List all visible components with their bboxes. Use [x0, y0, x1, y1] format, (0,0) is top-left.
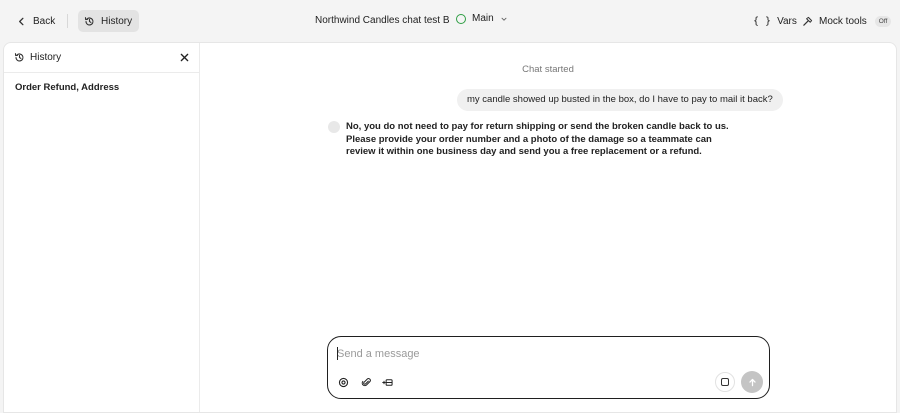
braces-icon: { }	[753, 15, 772, 27]
sidebar-header: History	[4, 43, 199, 73]
insert-block-icon[interactable]	[382, 377, 393, 388]
history-icon	[14, 53, 24, 62]
back-label: Back	[33, 15, 56, 27]
branch-status-icon	[456, 13, 466, 24]
mock-tools-toggle[interactable]: Mock tools Off	[795, 10, 898, 32]
mock-tools-label: Mock tools	[819, 15, 867, 27]
stop-icon	[721, 378, 729, 386]
chat-started-label: Chat started	[522, 64, 574, 75]
history-sidebar: History Order Refund, Address	[4, 43, 200, 412]
assistant-avatar	[328, 121, 340, 133]
close-icon[interactable]	[180, 53, 189, 62]
send-button[interactable]	[741, 371, 763, 393]
history-label: History	[101, 15, 133, 27]
mock-tools-state-badge: Off	[874, 15, 892, 27]
back-button[interactable]: Back	[9, 10, 62, 32]
branch-label: Main	[472, 13, 494, 24]
message-input[interactable]	[337, 347, 737, 361]
paperclip-icon[interactable]	[361, 377, 372, 388]
stop-button[interactable]	[715, 372, 735, 392]
divider	[67, 14, 68, 28]
sidebar-item-order-refund-address[interactable]: Order Refund, Address	[15, 82, 119, 93]
arrow-up-icon	[748, 378, 756, 386]
settings-icon[interactable]	[338, 377, 349, 388]
sidebar-title: History	[30, 52, 62, 63]
page-title: Northwind Candles chat test B	[315, 15, 450, 26]
assistant-message: No, you do not need to pay for return sh…	[346, 121, 729, 157]
chevron-left-icon	[19, 17, 24, 25]
top-bar: Back History Northwind Candles chat test…	[0, 0, 900, 42]
message-composer	[327, 336, 770, 399]
hammer-icon	[803, 16, 813, 26]
text-cursor	[337, 347, 338, 360]
vars-label: Vars	[777, 15, 797, 27]
user-message: my candle showed up busted in the box, d…	[457, 89, 783, 111]
history-button[interactable]: History	[78, 10, 140, 32]
history-icon	[84, 16, 94, 25]
branch-selector[interactable]: Main	[456, 13, 508, 24]
chevron-down-icon	[501, 17, 507, 21]
